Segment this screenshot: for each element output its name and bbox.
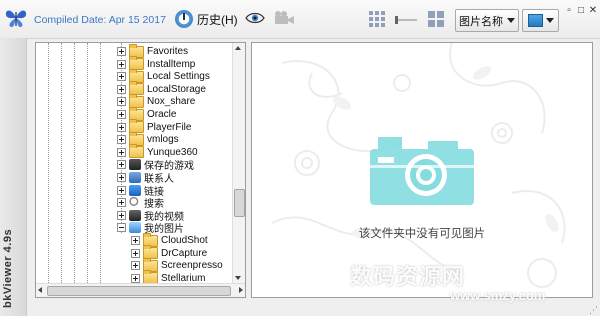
expand-icon[interactable]	[131, 261, 140, 271]
tree-item-label: DrCapture	[161, 247, 208, 259]
expand-icon[interactable]	[117, 122, 126, 132]
eye-icon[interactable]	[245, 11, 265, 25]
tree-item-label: Favorites	[147, 46, 189, 57]
expand-icon[interactable]	[117, 72, 126, 82]
tree-item-label: Local Settings	[147, 71, 210, 83]
toolbar: Compiled Date: Apr 15 2017 历史(H) 图片名称 ▫ …	[0, 0, 600, 39]
tree-item[interactable]: Favorites	[117, 43, 189, 58]
expand-icon[interactable]	[131, 248, 140, 258]
tree-item-label: Installtemp	[147, 58, 196, 70]
expand-icon[interactable]	[117, 59, 126, 69]
expand-icon[interactable]	[117, 173, 126, 182]
compiled-date: Compiled Date: Apr 15 2017	[34, 14, 166, 26]
scroll-left-icon[interactable]	[38, 287, 42, 293]
maximize-button[interactable]: □	[576, 6, 586, 16]
history-label: 历史(H)	[197, 12, 238, 27]
thumbnail-size-slider[interactable]	[395, 16, 417, 24]
pictures-icon	[129, 222, 141, 234]
clock-icon	[175, 10, 193, 28]
folder-tree[interactable]: Favorites Installtemp Local Settings LocalS…	[35, 42, 246, 298]
collapse-icon[interactable]	[117, 223, 126, 233]
side-title-bar: bkViewer 4.9s	[0, 38, 27, 316]
grid-small-icon[interactable]	[428, 11, 444, 27]
tree-item-label: CloudShot	[161, 235, 208, 246]
tree-guides	[36, 43, 122, 283]
tree-item-label: Yunque360	[147, 146, 198, 158]
expand-icon[interactable]	[117, 47, 126, 56]
expand-icon[interactable]	[117, 210, 126, 220]
expand-icon[interactable]	[117, 110, 126, 119]
folder-icon	[129, 144, 144, 159]
tree-item-label: LocalStorage	[147, 83, 206, 95]
tree-item-label: PlayerFile	[147, 121, 192, 133]
expand-icon[interactable]	[117, 198, 126, 208]
scroll-thumb[interactable]	[234, 189, 245, 217]
scroll-down-icon[interactable]	[235, 276, 241, 280]
sort-label: 图片名称	[459, 15, 503, 28]
tree-item-label: Screenpresso	[161, 260, 223, 272]
expand-icon[interactable]	[117, 147, 126, 157]
scroll-right-icon[interactable]	[239, 287, 243, 293]
tree-vertical-scrollbar[interactable]	[232, 43, 245, 283]
expand-icon[interactable]	[131, 273, 140, 283]
history-button[interactable]: 历史(H)	[175, 9, 238, 29]
video-camera-icon[interactable]	[273, 10, 295, 26]
picture-icon	[527, 14, 543, 27]
restore-button[interactable]: ▫	[564, 6, 574, 16]
tree-item[interactable]: vmlogs	[117, 131, 179, 146]
videos-icon	[129, 209, 141, 221]
search-icon	[129, 197, 141, 209]
tree-item-label: Oracle	[147, 109, 177, 120]
view-mode-dropdown[interactable]	[522, 9, 559, 32]
scroll-up-icon[interactable]	[235, 46, 241, 50]
resize-grip-icon[interactable]: ⋰	[589, 305, 598, 316]
expand-icon[interactable]	[117, 185, 126, 195]
expand-icon[interactable]	[117, 160, 126, 170]
close-button[interactable]: ✕	[588, 6, 598, 16]
app-window: Compiled Date: Apr 15 2017 历史(H) 图片名称 ▫ …	[0, 0, 600, 316]
tree-item-label: vmlogs	[147, 134, 179, 146]
links-icon	[129, 184, 141, 196]
butterfly-logo-icon	[5, 10, 27, 28]
grid-large-icon[interactable]	[369, 11, 385, 27]
expand-icon[interactable]	[131, 236, 140, 245]
tree-item-label: Nox_share	[147, 96, 196, 108]
chevron-down-icon	[507, 18, 515, 23]
watermark-url: www.smzy.com	[450, 288, 546, 303]
expand-icon[interactable]	[117, 84, 126, 94]
expand-icon[interactable]	[117, 135, 126, 145]
sort-dropdown[interactable]: 图片名称	[455, 9, 519, 32]
slider-knob[interactable]	[395, 16, 398, 24]
slider-track	[395, 19, 417, 21]
contacts-icon	[129, 172, 141, 183]
app-version-title: bkViewer 4.9s	[2, 228, 14, 308]
h-scroll-thumb[interactable]	[47, 286, 231, 296]
tree-horizontal-scrollbar[interactable]	[36, 283, 245, 297]
saved-games-icon	[129, 159, 141, 171]
chevron-down-icon	[545, 18, 554, 23]
camera-icon	[370, 137, 474, 205]
empty-folder-message: 该文件夹中没有可见图片	[358, 226, 486, 240]
tree-item[interactable]: Oracle	[117, 106, 177, 121]
expand-icon[interactable]	[117, 97, 126, 107]
watermark-text: 数码资源网	[350, 265, 466, 290]
